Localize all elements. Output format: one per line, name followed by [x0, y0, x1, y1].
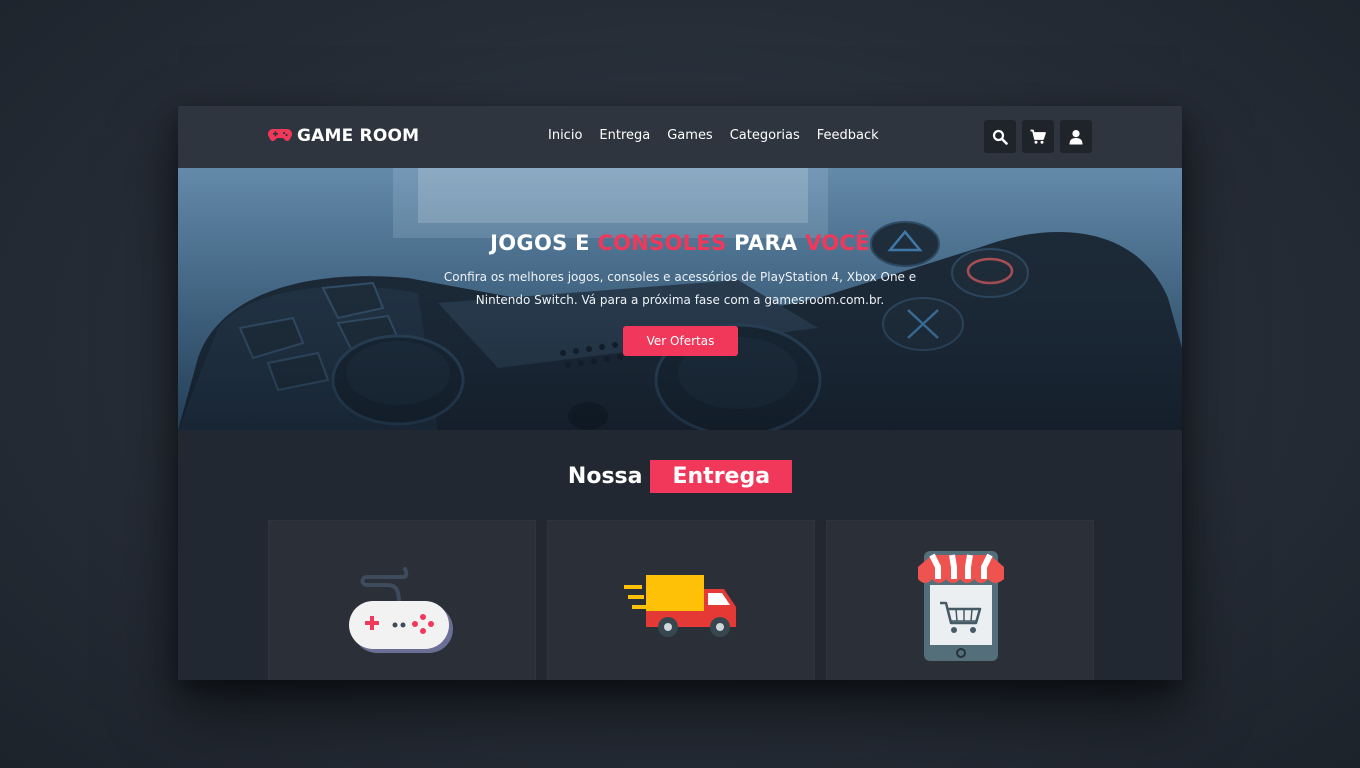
- brand-name: GAME ROOM: [297, 126, 420, 146]
- nav-link-games[interactable]: Games: [667, 128, 712, 143]
- section-title: Nossa Entrega: [178, 460, 1182, 493]
- mobile-store-icon: [918, 551, 1004, 661]
- cart-icon: [1030, 129, 1046, 144]
- section-title-text: Nossa: [567, 464, 643, 489]
- user-button[interactable]: [1060, 120, 1092, 153]
- navbar: GAME ROOM Inicio Entrega Games Categoria…: [178, 106, 1182, 168]
- browser-window: GAME ROOM Inicio Entrega Games Categoria…: [178, 106, 1182, 680]
- user-icon: [1069, 129, 1083, 144]
- delivery-cards: [268, 520, 1094, 680]
- search-button[interactable]: [984, 120, 1016, 153]
- nav-link-entrega[interactable]: Entrega: [599, 128, 650, 143]
- header-actions: [984, 120, 1092, 153]
- hero-description: Confira os melhores jogos, consoles e ac…: [443, 270, 917, 307]
- feature-card-delivery[interactable]: [547, 520, 815, 680]
- hero-banner: JOGOS E CONSOLES PARA VOCÊ Confira os me…: [178, 168, 1182, 430]
- gamepad-icon: [268, 127, 292, 146]
- search-icon: [992, 129, 1008, 145]
- cart-button[interactable]: [1022, 120, 1054, 153]
- feature-card-games[interactable]: [268, 520, 536, 680]
- delivery-truck-icon: [624, 575, 736, 637]
- nav-link-categorias[interactable]: Categorias: [730, 128, 800, 143]
- section-title-highlight: Entrega: [650, 460, 793, 493]
- hero-title: JOGOS E CONSOLES PARA VOCÊ: [490, 231, 870, 255]
- feature-card-store[interactable]: [826, 520, 1094, 680]
- main-menu: Inicio Entrega Games Categorias Feedback: [548, 128, 896, 143]
- nav-link-feedback[interactable]: Feedback: [817, 128, 879, 143]
- view-offers-button[interactable]: Ver Ofertas: [623, 326, 738, 356]
- brand-logo[interactable]: GAME ROOM: [268, 126, 419, 146]
- controller-icon: [349, 567, 453, 653]
- nav-link-inicio[interactable]: Inicio: [548, 128, 582, 143]
